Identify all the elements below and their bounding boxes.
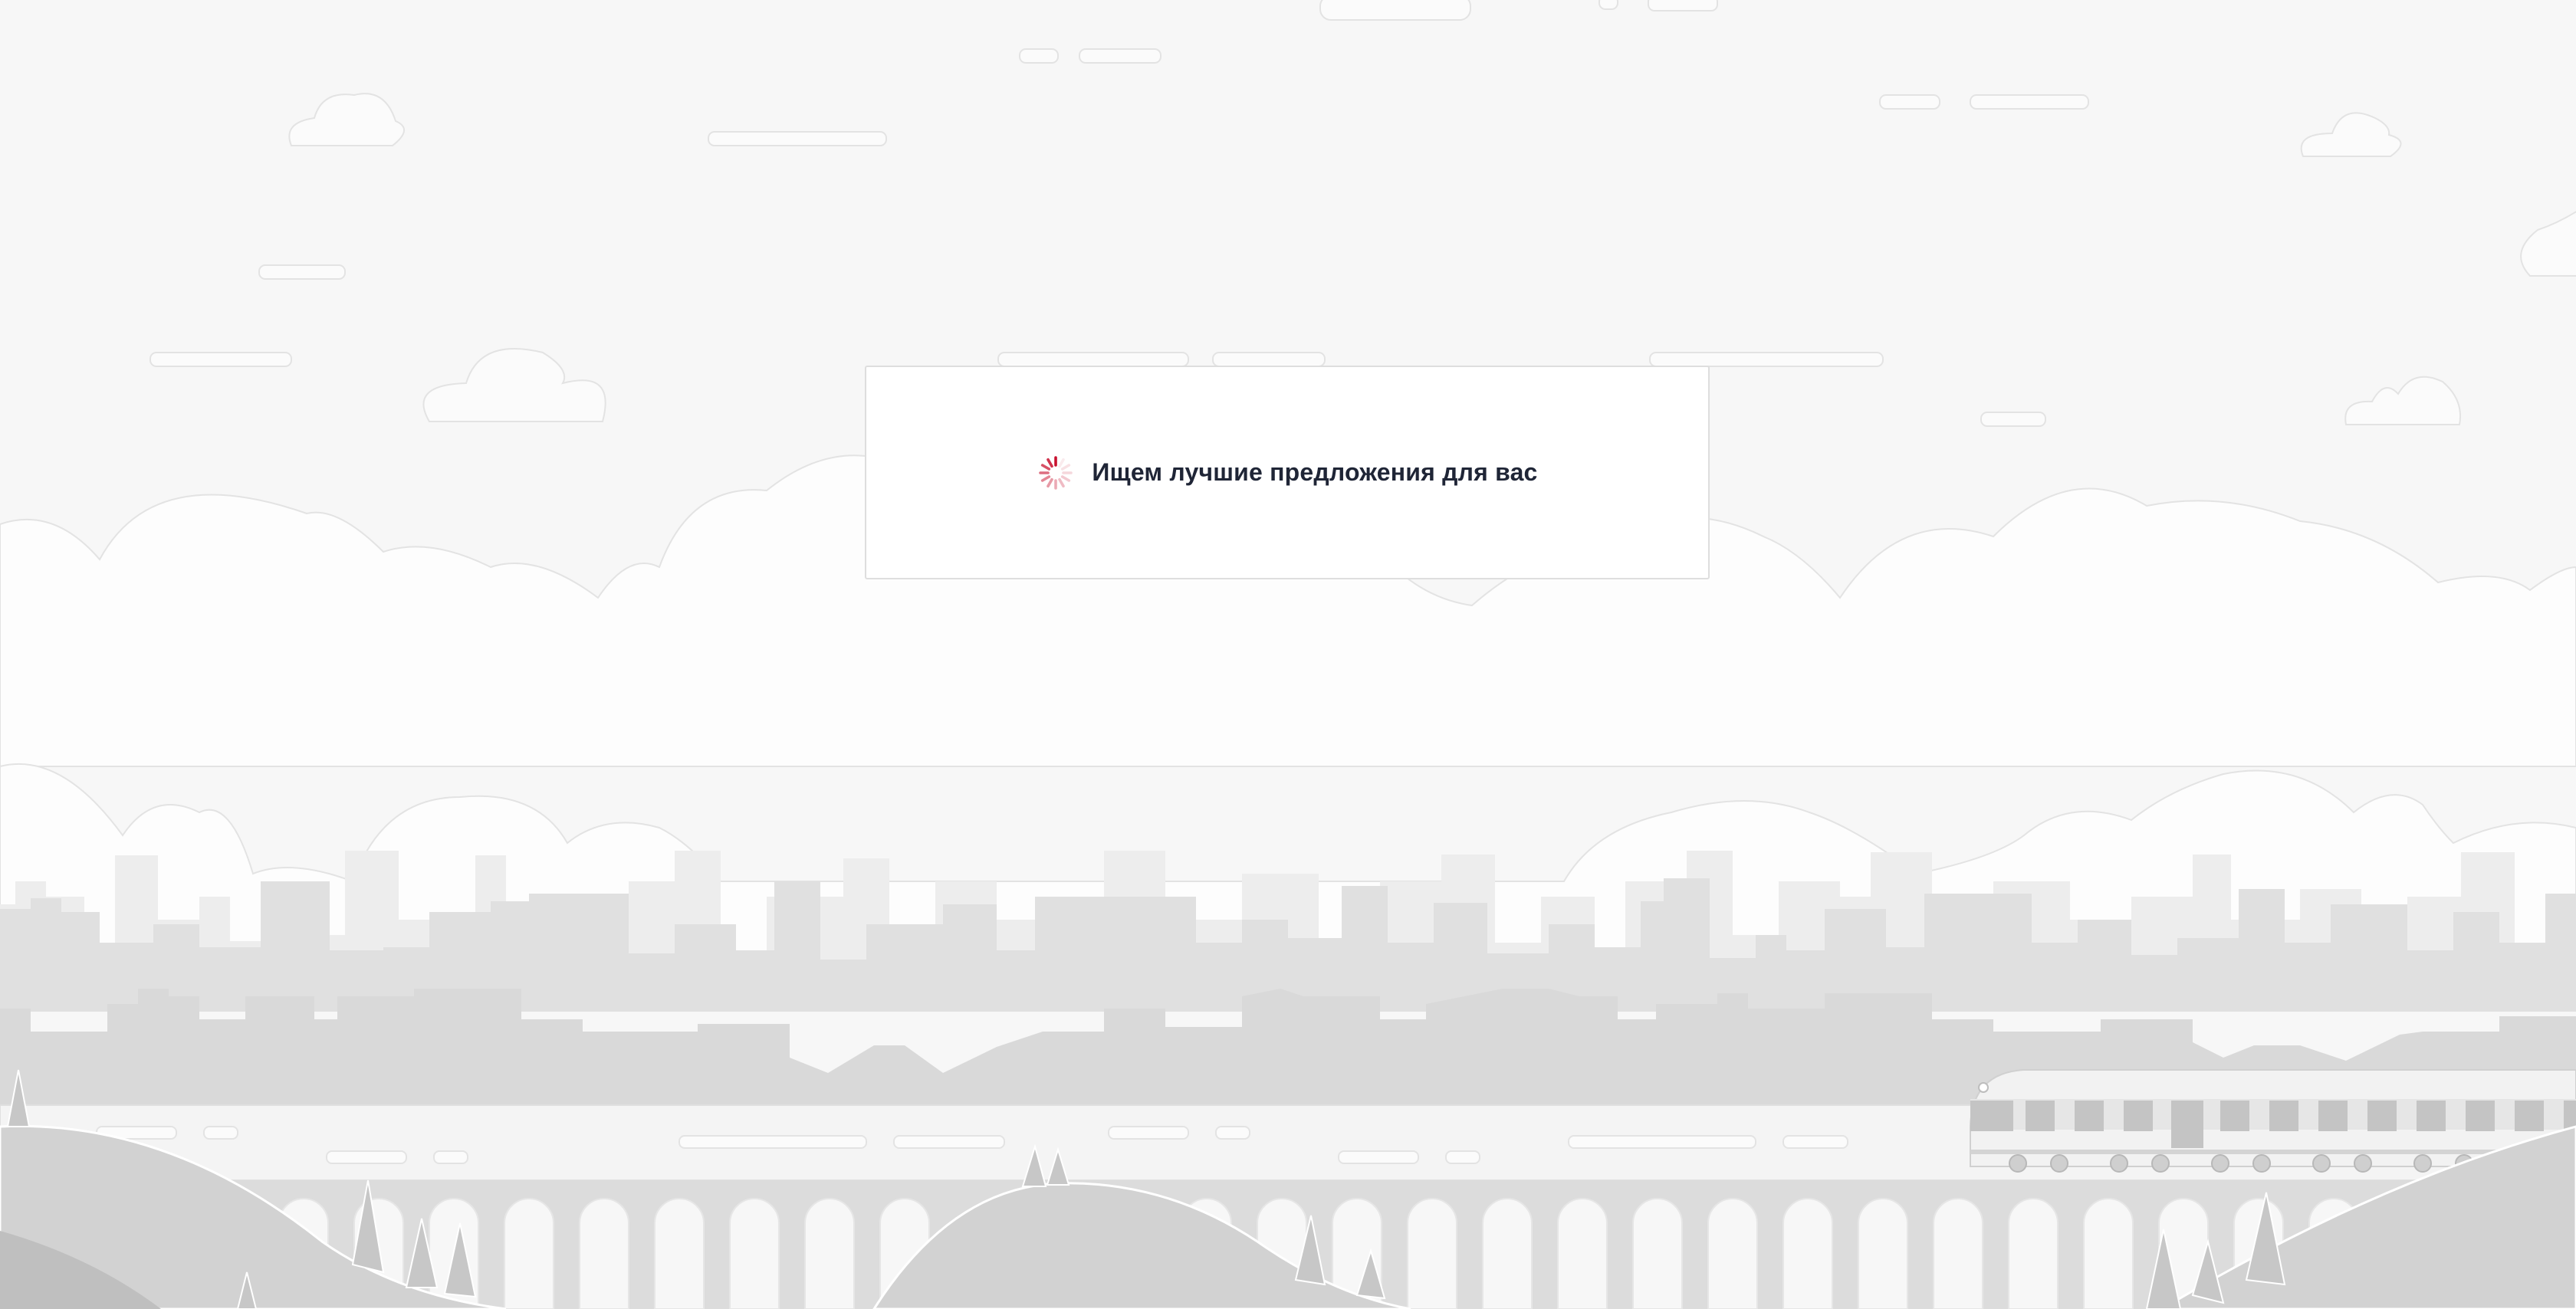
loading-spinner-icon <box>1039 455 1073 490</box>
loading-card: Ищем лучшие предложения для вас <box>865 366 1710 579</box>
background-illustration <box>0 0 2576 1309</box>
small-clouds <box>150 0 2576 427</box>
loading-message: Ищем лучшие предложения для вас <box>1092 458 1538 486</box>
